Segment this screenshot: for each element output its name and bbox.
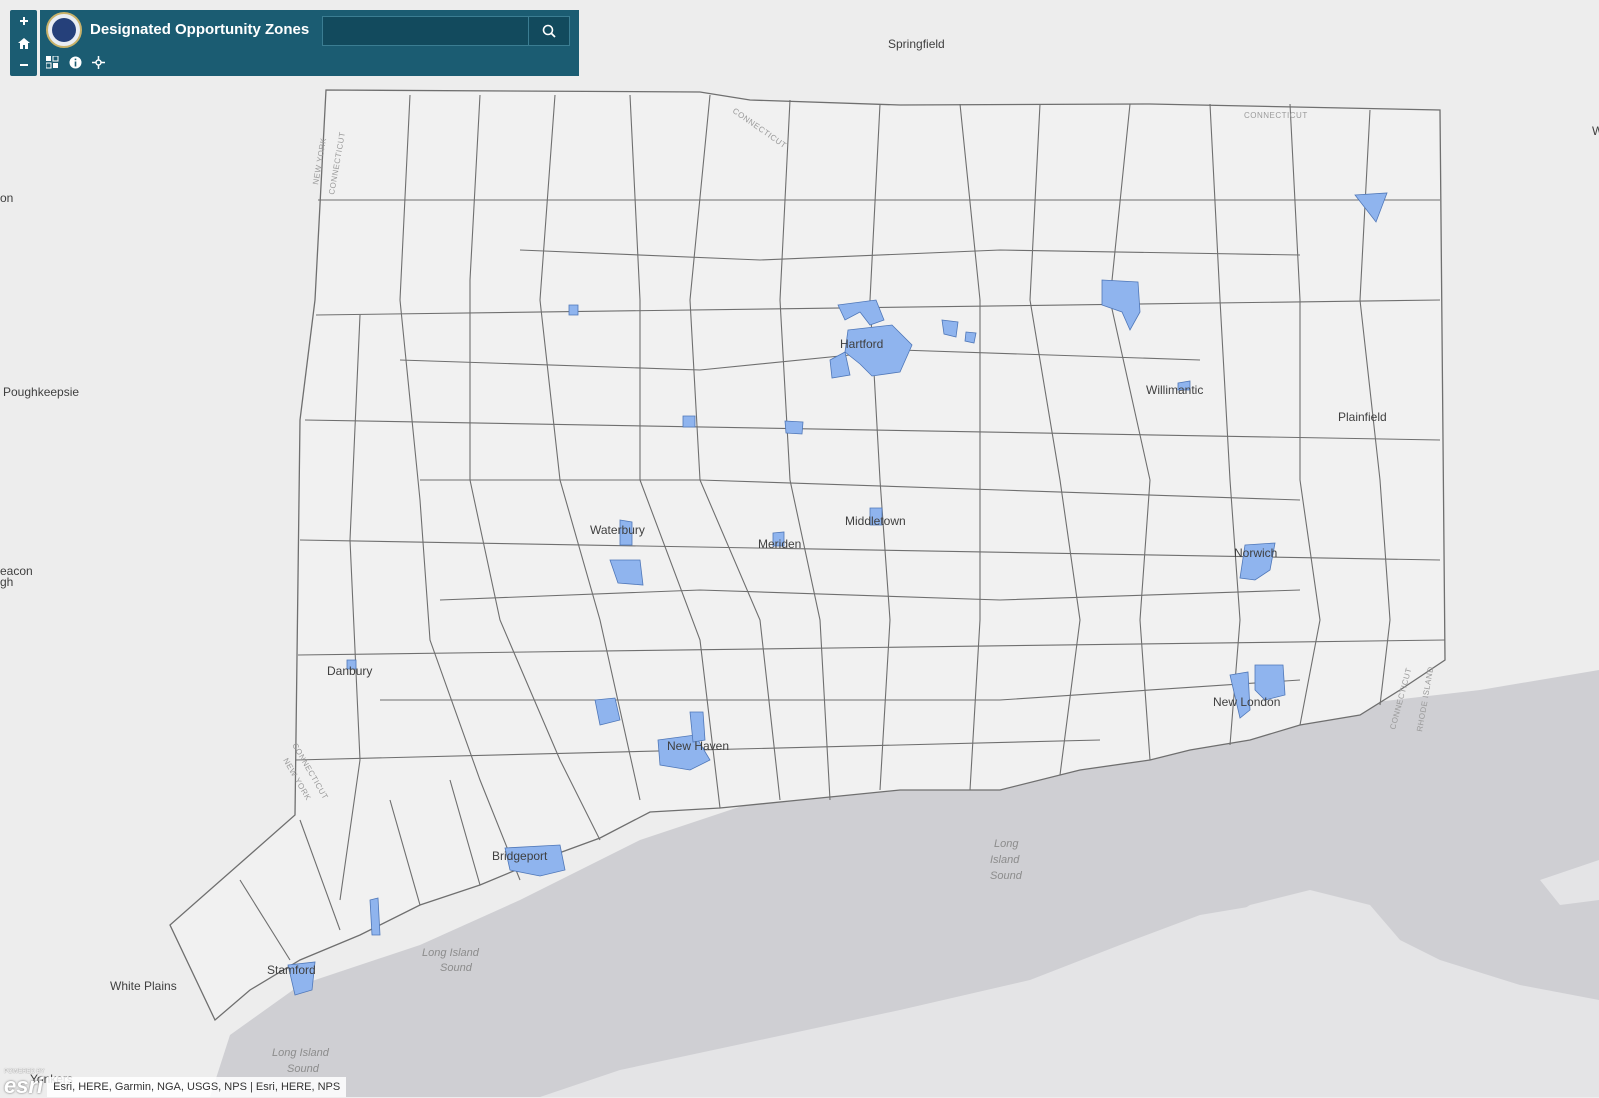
home-icon	[17, 37, 30, 49]
info-button[interactable]	[67, 54, 84, 71]
water-label: Sound	[287, 1063, 320, 1075]
city-label: Bridgeport	[492, 849, 548, 863]
state-seal-logo	[46, 12, 82, 48]
attribution-text[interactable]: Esri, HERE, Garmin, NGA, USGS, NPS | Esr…	[47, 1077, 347, 1097]
search-input[interactable]	[323, 17, 529, 45]
locate-icon	[92, 56, 105, 69]
legend-icon	[46, 56, 59, 69]
city-label: Danbury	[327, 664, 372, 678]
map-view[interactable]: Springfield Hartford Willimantic Plainfi…	[0, 0, 1599, 1097]
city-label: Plainfield	[1338, 410, 1387, 424]
search-icon	[542, 24, 556, 38]
city-label: Stamford	[267, 963, 316, 977]
water-label: Long Island	[422, 947, 480, 959]
city-label: Meriden	[758, 537, 801, 551]
city-label: Norwich	[1234, 546, 1277, 560]
city-label: W	[1592, 124, 1599, 138]
esri-logo[interactable]: esri	[0, 1075, 47, 1097]
header-panel: Designated Opportunity Zones	[40, 10, 579, 76]
locate-button[interactable]	[90, 54, 107, 71]
water-label: Long Island	[272, 1047, 330, 1059]
city-label: Poughkeepsie	[3, 385, 79, 399]
city-label: Willimantic	[1146, 383, 1203, 397]
plus-icon	[19, 17, 28, 25]
city-label: gh	[0, 575, 13, 589]
info-icon	[69, 56, 82, 69]
city-label: White Plains	[110, 979, 177, 993]
city-label: Middletown	[845, 514, 906, 528]
toolbar	[44, 54, 107, 71]
zoom-controls	[10, 10, 37, 76]
attribution-bar: esri Esri, HERE, Garmin, NGA, USGS, NPS …	[0, 1075, 347, 1097]
zoom-in-button[interactable]	[10, 10, 37, 32]
water-label: Long	[994, 838, 1019, 850]
powered-by-label: POWERED BY	[4, 1069, 45, 1075]
city-label: New London	[1213, 695, 1280, 709]
city-label: Springfield	[888, 37, 945, 51]
water-label: Island	[990, 854, 1020, 866]
border-label: CONNECTICUT	[1244, 111, 1308, 120]
search-box	[322, 16, 570, 46]
search-button[interactable]	[528, 17, 569, 45]
city-label: Hartford	[840, 337, 883, 351]
city-label: New Haven	[667, 739, 729, 753]
app-title: Designated Opportunity Zones	[90, 21, 310, 38]
zoom-out-button[interactable]	[10, 54, 37, 76]
legend-button[interactable]	[44, 54, 61, 71]
city-label: on	[0, 191, 13, 205]
home-button[interactable]	[10, 32, 37, 54]
city-label: Waterbury	[590, 523, 645, 537]
minus-icon	[19, 64, 28, 66]
water-label: Sound	[990, 870, 1023, 882]
water-label: Sound	[440, 962, 473, 974]
